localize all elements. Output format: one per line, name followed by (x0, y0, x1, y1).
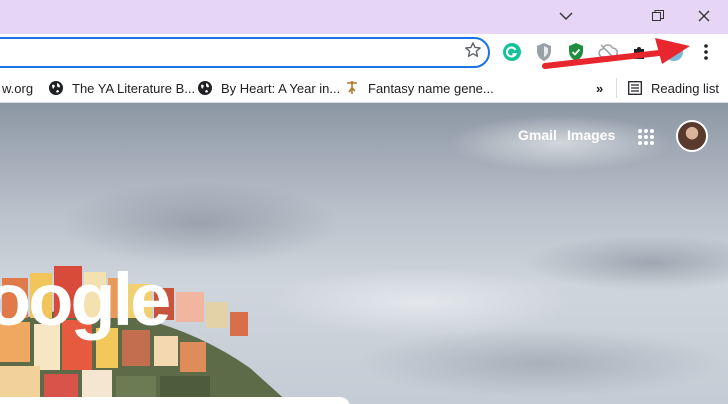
bookmark-label: w.org (2, 80, 34, 96)
shield-extension[interactable] (534, 42, 554, 62)
address-bar[interactable] (0, 37, 490, 68)
close-button[interactable] (681, 0, 727, 32)
security-extension[interactable] (566, 42, 586, 62)
reading-list-label: Reading list (651, 80, 719, 96)
overflow-chevron: » (596, 80, 604, 96)
bookmark-label: By Heart: A Year in... (221, 80, 341, 96)
bookmark-label: The YA Literature B... (72, 80, 196, 96)
puzzle-icon (634, 47, 646, 59)
cloud-icon (598, 44, 618, 60)
close-icon (698, 10, 710, 22)
bookmark-item[interactable]: By Heart: A Year in... (197, 78, 340, 98)
new-tab-page: oogle Gmail Images (0, 103, 728, 404)
search-box-edge[interactable] (0, 397, 350, 404)
browser-toolbar (0, 34, 728, 72)
bookmarks-overflow-button[interactable]: » (596, 78, 603, 98)
bookmark-figure-icon (344, 80, 360, 96)
google-logo: oogle (0, 258, 171, 341)
security-check-icon (569, 43, 583, 61)
title-bar (0, 0, 728, 34)
profile-icon (665, 43, 683, 61)
globe-icon (197, 80, 213, 96)
google-apps-icon[interactable] (636, 127, 656, 147)
more-vert-icon (704, 44, 708, 60)
account-avatar[interactable] (676, 120, 708, 152)
profile-button[interactable] (664, 42, 684, 62)
cloud-extension[interactable] (598, 42, 618, 62)
restore-button[interactable] (635, 0, 681, 32)
reading-list-icon (627, 80, 643, 96)
bookmark-label: Fantasy name gene... (368, 80, 494, 96)
bookmark-item[interactable]: The YA Literature B... (48, 78, 195, 98)
bookmark-star-icon[interactable] (464, 41, 482, 59)
reading-list-button[interactable]: Reading list (616, 78, 719, 98)
globe-icon (48, 80, 64, 96)
grammarly-icon (503, 43, 521, 61)
bookmark-item[interactable]: Fantasy name gene... (344, 78, 494, 98)
grammarly-extension[interactable] (502, 42, 522, 62)
extensions-button[interactable] (630, 42, 650, 62)
bookmark-item[interactable]: w.org (2, 78, 33, 98)
restore-icon (652, 10, 664, 21)
chevron-down-icon (559, 12, 573, 20)
bookmarks-bar: w.org The YA Literature B... By Heart: A… (0, 72, 728, 103)
chrome-menu-button[interactable] (696, 42, 716, 62)
minimize-button[interactable] (543, 0, 589, 32)
images-link[interactable]: Images (567, 127, 615, 143)
gmail-link[interactable]: Gmail (518, 127, 557, 143)
shield-icon (537, 43, 551, 61)
